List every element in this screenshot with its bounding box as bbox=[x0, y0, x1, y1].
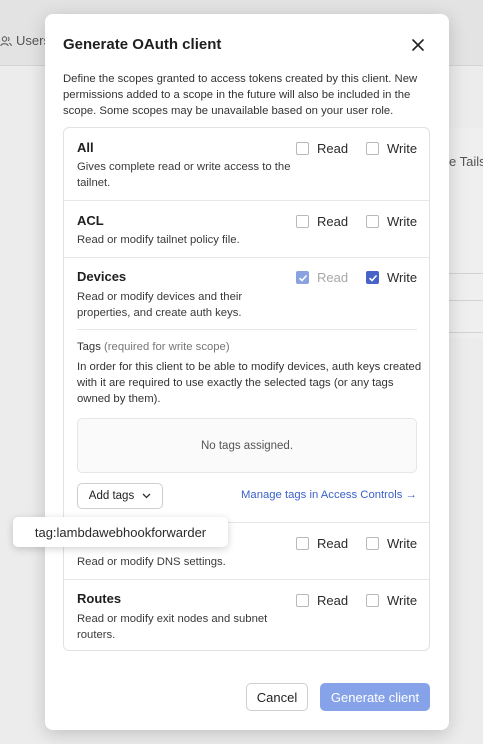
scope-desc: Gives complete read or write access to t… bbox=[77, 161, 291, 189]
check-icon bbox=[368, 274, 377, 282]
users-tab[interactable]: Users bbox=[0, 33, 50, 48]
write-label: Write bbox=[387, 141, 418, 156]
tags-note: (required for write scope) bbox=[104, 341, 230, 353]
manage-tags-link[interactable]: Manage tags in Access Controls → bbox=[241, 489, 417, 501]
scope-devices: Devices Read or modify devices and their… bbox=[64, 257, 429, 522]
write-label: Write bbox=[387, 593, 418, 608]
scope-name: Routes bbox=[77, 591, 122, 606]
read-checkbox-acl[interactable]: Read bbox=[296, 214, 348, 229]
cancel-button[interactable]: Cancel bbox=[246, 683, 308, 711]
checkbox[interactable] bbox=[366, 215, 379, 228]
scope-desc: Read or modify tailnet policy file. bbox=[77, 234, 240, 246]
checkbox bbox=[296, 271, 309, 284]
write-label: Write bbox=[387, 536, 418, 551]
checkbox[interactable] bbox=[366, 271, 379, 284]
read-checkbox-routes[interactable]: Read bbox=[296, 593, 348, 608]
read-label: Read bbox=[317, 214, 349, 229]
write-checkbox-all[interactable]: Write bbox=[366, 141, 417, 156]
scope-desc: Read or modify DNS settings. bbox=[77, 556, 226, 568]
tags-label: Tags (required for write scope) bbox=[77, 341, 230, 353]
dialog-title: Generate OAuth client bbox=[63, 36, 222, 53]
scopes-list: All Gives complete read or write access … bbox=[63, 127, 430, 651]
write-label: Write bbox=[387, 214, 418, 229]
generate-client-button[interactable]: Generate client bbox=[320, 683, 430, 711]
close-button[interactable] bbox=[407, 34, 429, 56]
checkbox[interactable] bbox=[296, 215, 309, 228]
dialog-intro: Define the scopes granted to access toke… bbox=[63, 73, 418, 117]
generate-oauth-dialog: Generate OAuth client Define the scopes … bbox=[45, 14, 449, 730]
background-divider bbox=[448, 300, 483, 301]
users-icon bbox=[0, 35, 12, 46]
checkbox[interactable] bbox=[296, 537, 309, 550]
read-label: Read bbox=[317, 270, 349, 285]
read-label: Read bbox=[317, 141, 349, 156]
scope-name: All bbox=[77, 140, 94, 155]
background-text: e Tailsc bbox=[449, 154, 483, 169]
read-checkbox-devices: Read bbox=[296, 270, 348, 285]
checkbox[interactable] bbox=[366, 537, 379, 550]
read-label: Read bbox=[317, 536, 349, 551]
background-divider bbox=[448, 332, 483, 333]
close-icon bbox=[412, 39, 424, 51]
write-checkbox-dns[interactable]: Write bbox=[366, 536, 417, 551]
write-label: Write bbox=[387, 270, 418, 285]
scope-desc: Read or modify exit nodes and subnet rou… bbox=[77, 613, 268, 641]
write-checkbox-routes[interactable]: Write bbox=[366, 593, 417, 608]
divider bbox=[77, 329, 417, 330]
add-tags-label: Add tags bbox=[88, 490, 135, 502]
write-checkbox-devices[interactable]: Write bbox=[366, 270, 417, 285]
read-label: Read bbox=[317, 593, 349, 608]
read-checkbox-all[interactable]: Read bbox=[296, 141, 348, 156]
scope-all: All Gives complete read or write access … bbox=[64, 128, 429, 200]
background-divider bbox=[448, 273, 483, 274]
read-checkbox-dns[interactable]: Read bbox=[296, 536, 348, 551]
scope-routes: Routes Read or modify exit nodes and sub… bbox=[64, 579, 429, 651]
write-checkbox-acl[interactable]: Write bbox=[366, 214, 417, 229]
check-icon bbox=[298, 274, 307, 282]
scope-name: Devices bbox=[77, 269, 127, 284]
tags-title: Tags bbox=[77, 341, 101, 353]
tags-desc: In order for this client to be able to m… bbox=[77, 361, 422, 405]
checkbox[interactable] bbox=[366, 142, 379, 155]
tags-empty-box: No tags assigned. bbox=[77, 418, 417, 473]
add-tags-button[interactable]: Add tags bbox=[77, 483, 163, 509]
chevron-down-icon bbox=[142, 493, 151, 499]
scope-desc: Read or modify devices and their propert… bbox=[77, 291, 243, 319]
tag-option[interactable]: tag:lambdawebhookforwarder bbox=[13, 517, 228, 547]
scope-name: ACL bbox=[77, 213, 104, 228]
scope-acl: ACL Read or modify tailnet policy file. … bbox=[64, 200, 429, 257]
checkbox[interactable] bbox=[296, 142, 309, 155]
checkbox[interactable] bbox=[366, 594, 379, 607]
checkbox[interactable] bbox=[296, 594, 309, 607]
no-tags-text: No tags assigned. bbox=[200, 439, 294, 452]
